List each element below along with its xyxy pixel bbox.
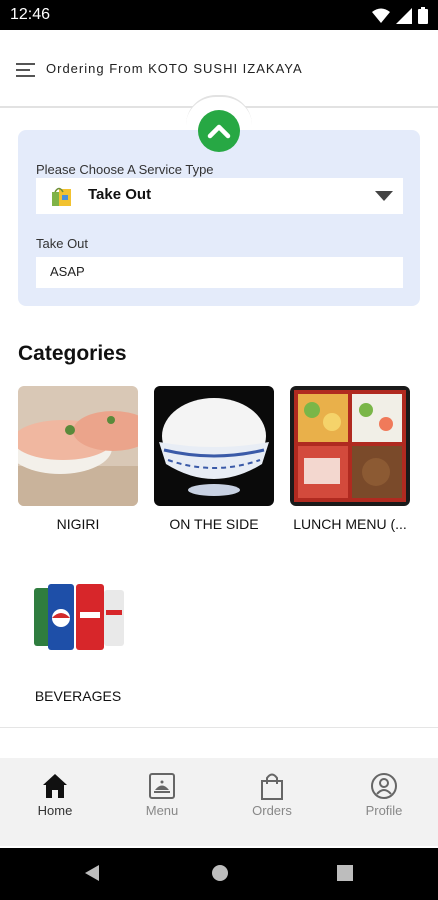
menu-icon <box>149 773 175 799</box>
rice-bowl-image <box>154 386 274 506</box>
category-label: BEVERAGES <box>34 688 122 704</box>
chevron-up-icon <box>207 124 231 139</box>
category-label: ON THE SIDE <box>169 516 259 532</box>
nav-profile[interactable]: Profile <box>329 758 438 846</box>
nav-label: Menu <box>145 803 179 818</box>
home-button-icon[interactable] <box>210 863 230 883</box>
hamburger-menu-icon[interactable] <box>16 62 36 78</box>
section-divider <box>0 727 438 728</box>
dropdown-arrow-icon <box>375 191 393 201</box>
service-type-select[interactable]: Take Out <box>36 178 403 214</box>
home-icon <box>43 774 67 798</box>
service-type-label: Please Choose A Service Type <box>36 162 214 177</box>
category-label: NIGIRI <box>56 516 100 532</box>
pickup-time-field[interactable]: ASAP <box>36 257 403 288</box>
pickup-time-value: ASAP <box>50 264 85 279</box>
header-title: Ordering From KOTO SUSHI IZAKAYA <box>46 61 303 76</box>
beverages-image <box>18 558 138 678</box>
status-time: 12:46 <box>10 6 51 23</box>
profile-icon <box>371 773 397 799</box>
nav-home[interactable]: Home <box>0 758 110 846</box>
nav-label: Profile <box>365 803 403 818</box>
back-icon[interactable] <box>83 863 101 883</box>
nigiri-image <box>18 386 138 506</box>
category-nigiri[interactable]: NIGIRI <box>18 386 138 532</box>
service-type-panel: Please Choose A Service Type Take Out Ta… <box>18 130 420 306</box>
bento-box-image <box>290 386 410 506</box>
service-type-value: Take Out <box>88 186 152 203</box>
nav-label: Home <box>37 803 73 818</box>
takeout-bag-icon <box>52 187 71 206</box>
status-icons <box>372 7 428 24</box>
category-label: LUNCH MENU (... <box>293 516 407 532</box>
category-beverages[interactable]: BEVERAGES <box>18 558 138 704</box>
status-bar: 12:46 <box>0 0 438 30</box>
categories-heading: Categories <box>18 342 127 365</box>
system-navigation-bar <box>0 848 438 900</box>
battery-icon <box>418 7 428 24</box>
signal-icon <box>396 7 412 24</box>
nav-menu[interactable]: Menu <box>107 758 217 846</box>
category-lunch-menu[interactable]: LUNCH MENU (... <box>290 386 410 532</box>
collapse-panel-button[interactable] <box>198 110 240 152</box>
nav-orders[interactable]: Orders <box>217 758 327 846</box>
wifi-icon <box>372 8 390 23</box>
recents-icon[interactable] <box>336 863 354 883</box>
category-on-the-side[interactable]: ON THE SIDE <box>154 386 274 532</box>
shopping-bag-icon <box>261 773 283 800</box>
pickup-time-label: Take Out <box>36 236 89 251</box>
nav-label: Orders <box>252 803 292 818</box>
app-screen: 12:46 Ordering From KOTO SUSHI IZAKAYA P… <box>0 0 438 900</box>
bottom-navigation: Home Menu Orders Profile <box>0 758 438 846</box>
